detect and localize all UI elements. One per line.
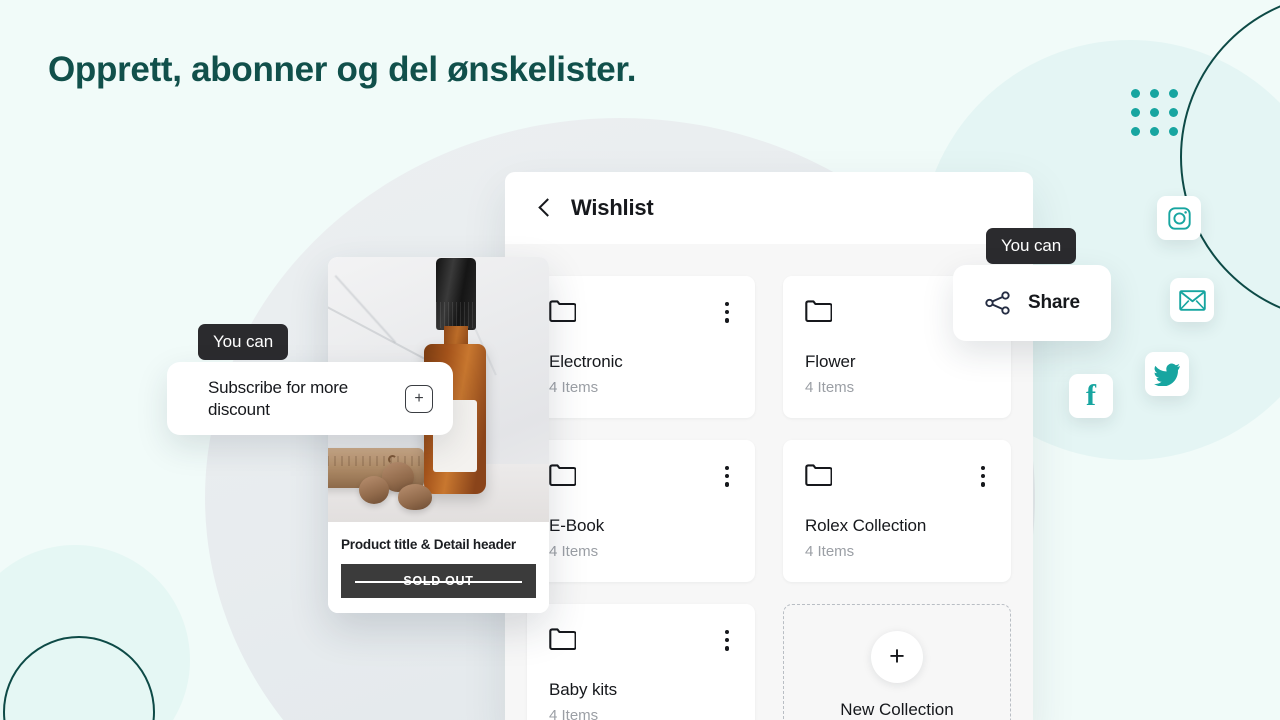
collection-card-header <box>805 464 989 489</box>
page-title: Opprett, abonner og del ønskelister. <box>48 50 637 89</box>
plus-box-icon[interactable]: + <box>405 384 433 413</box>
collection-item-count: 4 Items <box>805 378 855 396</box>
chevron-left-icon[interactable] <box>538 197 552 219</box>
collection-card-header <box>549 464 733 489</box>
collection-item-count: 4 Items <box>549 542 599 560</box>
subscribe-card[interactable]: Subscribe for more discount + <box>167 362 453 435</box>
product-title: Product title & Detail header <box>341 537 516 552</box>
collection-item-count: 4 Items <box>549 378 599 396</box>
folder-icon <box>805 300 832 322</box>
kebab-menu-icon[interactable] <box>721 464 733 489</box>
collection-name: Electronic <box>549 351 623 371</box>
plus-icon[interactable]: + <box>871 630 923 683</box>
collection-name: Rolex Collection <box>805 515 927 535</box>
product-meta: Product title & Detail header SOLD OUT <box>328 525 549 613</box>
facebook-f-glyph: f <box>1086 379 1096 412</box>
facebook-icon[interactable]: f <box>1069 374 1113 418</box>
folder-icon <box>549 300 576 322</box>
kebab-menu-icon[interactable] <box>721 300 733 325</box>
folder-icon <box>549 464 576 486</box>
collection-name: E-Book <box>549 515 605 535</box>
mail-icon[interactable] <box>1170 278 1214 322</box>
share-label: Share <box>1028 292 1080 313</box>
instagram-icon[interactable] <box>1157 196 1201 240</box>
phone-mockup: Wishlist Electronic 4 Items Flower 4 Ite… <box>505 172 1033 720</box>
phone-header: Wishlist <box>505 172 1033 244</box>
sold-out-button[interactable]: SOLD OUT <box>341 564 536 598</box>
twitter-bird-glyph <box>1153 363 1180 386</box>
collection-name: Flower <box>805 351 856 371</box>
collection-item-count: 4 Items <box>805 542 855 560</box>
share-card[interactable]: Share <box>953 265 1111 341</box>
kebab-menu-icon[interactable] <box>721 628 733 653</box>
folder-icon <box>549 628 576 650</box>
folder-icon <box>805 464 832 486</box>
collection-item-count: 4 Items <box>549 706 599 720</box>
dot-grid-decoration <box>1131 89 1179 137</box>
phone-screen-title: Wishlist <box>571 195 654 220</box>
kebab-menu-icon[interactable] <box>977 464 989 489</box>
collection-card-header <box>549 628 733 653</box>
collection-card[interactable]: Baby kits 4 Items <box>527 604 755 720</box>
collection-card[interactable]: Rolex Collection 4 Items <box>783 440 1011 582</box>
envelope-glyph <box>1178 289 1206 311</box>
share-badge: You can <box>986 228 1077 264</box>
subscribe-badge: You can <box>198 324 289 360</box>
collection-card-header <box>549 300 733 325</box>
twitter-icon[interactable] <box>1145 352 1189 396</box>
instagram-glyph <box>1167 206 1191 230</box>
sold-out-label: SOLD OUT <box>403 574 474 588</box>
new-collection-label: New Collection <box>840 699 954 719</box>
collection-name: Baby kits <box>549 679 618 699</box>
collection-card[interactable]: E-Book 4 Items <box>527 440 755 582</box>
product-card[interactable]: Product title & Detail header SOLD OUT <box>328 257 549 613</box>
share-nodes-icon <box>985 291 1010 315</box>
new-collection-card[interactable]: + New Collection <box>783 604 1011 720</box>
collection-card[interactable]: Electronic 4 Items <box>527 276 755 418</box>
subscribe-text: Subscribe for more discount <box>208 377 349 419</box>
